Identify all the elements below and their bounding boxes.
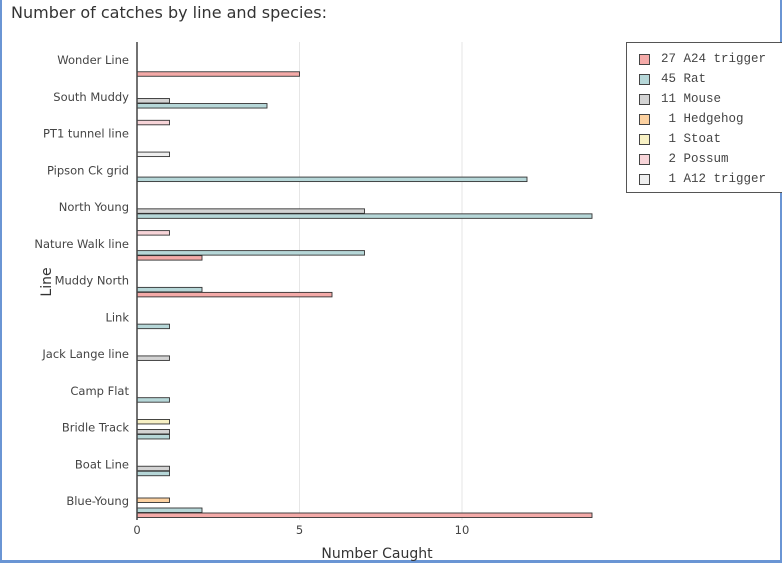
bar-rat[interactable]: [136, 103, 268, 109]
y-axis-title: Line: [39, 267, 55, 296]
legend-item[interactable]: 1 Stoat: [639, 131, 721, 147]
bar-rat[interactable]: [136, 286, 203, 293]
bar-mouse[interactable]: [136, 355, 170, 361]
y-category-label: Camp Flat: [70, 384, 129, 398]
legend-item[interactable]: 2 Possum: [639, 151, 729, 167]
bar-a24-trigger[interactable]: [136, 255, 203, 261]
legend-item[interactable]: 1 A12 trigger: [639, 171, 766, 187]
legend-label: 45 Rat: [661, 72, 707, 86]
gridlines: [299, 42, 463, 520]
y-category-label: Muddy North: [55, 274, 129, 288]
bar-a24-trigger[interactable]: [136, 291, 333, 298]
x-tick-label: 5: [296, 523, 303, 537]
legend-label: 1 Stoat: [661, 132, 722, 146]
bar-possum[interactable]: [136, 230, 170, 236]
x-tick-label: 0: [133, 523, 140, 537]
legend-label: 2 Possum: [661, 152, 729, 166]
bar-rat[interactable]: [136, 176, 528, 183]
bar-mouse[interactable]: [136, 429, 170, 435]
legend-swatch: [639, 173, 650, 185]
bars: [136, 71, 593, 518]
bar-stoat[interactable]: [136, 419, 170, 425]
bar-rat[interactable]: [136, 434, 170, 440]
y-category-label: Wonder Line: [57, 53, 129, 67]
legend-item[interactable]: 45 Rat: [639, 71, 706, 87]
legend-label: 11 Mouse: [661, 92, 722, 106]
bar-rat[interactable]: [136, 250, 365, 256]
legend-label: 27 A24 trigger: [661, 52, 767, 66]
bar-mouse[interactable]: [136, 465, 170, 472]
bar-rat[interactable]: [136, 507, 203, 513]
legend-item[interactable]: 27 A24 trigger: [639, 51, 766, 67]
y-category-label: Jack Lange line: [41, 347, 129, 361]
legend-swatch: [639, 73, 650, 85]
y-category-label: PT1 tunnel line: [43, 127, 129, 141]
bar-possum[interactable]: [136, 119, 170, 126]
bar-a24-trigger[interactable]: [136, 71, 300, 77]
bar-rat[interactable]: [136, 323, 170, 330]
bar-hedgehog[interactable]: [136, 497, 170, 503]
legend-swatch: [639, 93, 650, 105]
y-category-label: South Muddy: [53, 90, 129, 104]
y-category-label: Boat Line: [75, 457, 129, 471]
legend-swatch: [639, 113, 650, 125]
legend-swatch: [639, 153, 650, 165]
bar-a12-trigger[interactable]: [136, 151, 170, 158]
x-tick-labels: 0 5 10: [133, 523, 469, 537]
legend: 27 A24 trigger 45 Rat 11 Mouse 1 Hedgehog …: [626, 42, 782, 193]
y-category-label: Nature Walk line: [34, 237, 129, 251]
y-category-label: Blue-Young: [66, 494, 129, 508]
y-category-label: Link: [105, 310, 129, 324]
y-category-label: Bridle Track: [62, 421, 129, 435]
bar-rat[interactable]: [136, 470, 170, 477]
legend-swatch: [639, 133, 650, 145]
legend-swatch: [639, 53, 650, 65]
y-category-label: Pipson Ck grid: [47, 163, 129, 177]
bar-rat[interactable]: [136, 213, 593, 219]
legend-label: 1 A12 trigger: [661, 172, 767, 186]
legend-item[interactable]: 1 Hedgehog: [639, 111, 744, 127]
bar-mouse[interactable]: [136, 98, 170, 104]
y-category-label: North Young: [59, 200, 129, 214]
legend-label: 1 Hedgehog: [661, 112, 744, 126]
bar-rat[interactable]: [136, 397, 170, 403]
legend-item[interactable]: 11 Mouse: [639, 91, 721, 107]
x-tick-label: 10: [455, 523, 470, 537]
x-axis-title: Number Caught: [321, 546, 433, 562]
bar-mouse[interactable]: [136, 208, 365, 214]
bar-a24-trigger[interactable]: [136, 512, 593, 518]
